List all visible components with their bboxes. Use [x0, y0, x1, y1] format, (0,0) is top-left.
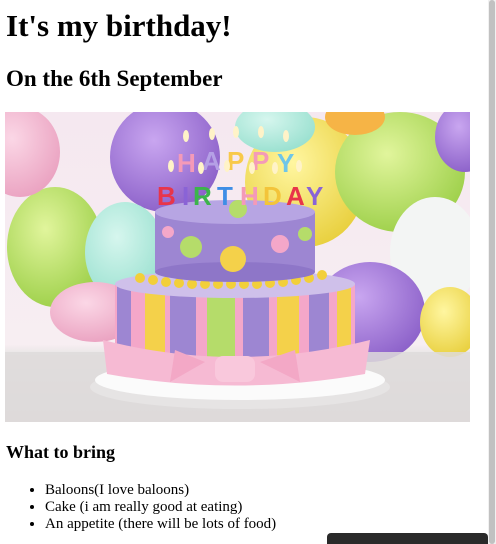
svg-text:H: H — [240, 181, 259, 211]
page: It's my birthday! On the 6th September H… — [0, 0, 488, 544]
svg-text:D: D — [263, 181, 282, 211]
vertical-scrollbar[interactable] — [488, 0, 496, 544]
page-title: It's my birthday! — [6, 8, 232, 43]
bring-list: Baloons(I love baloons) Cake (i am reall… — [5, 482, 276, 533]
svg-text:Y: Y — [277, 148, 294, 178]
page-subtitle: On the 6th September — [6, 66, 223, 91]
svg-text:Y: Y — [306, 181, 323, 211]
scrollbar-thumb[interactable] — [489, 0, 495, 544]
svg-text:I: I — [182, 181, 189, 211]
list-item: An appetite (there will be lots of food) — [45, 516, 276, 533]
list-item: Baloons(I love baloons) — [45, 482, 276, 499]
svg-text:A: A — [202, 146, 221, 176]
svg-text:H: H — [177, 148, 196, 178]
bring-heading: What to bring — [6, 442, 116, 462]
svg-text:P: P — [252, 146, 269, 176]
svg-text:P: P — [227, 146, 244, 176]
svg-text:A: A — [286, 181, 305, 211]
svg-text:R: R — [193, 181, 212, 211]
svg-text:T: T — [217, 181, 233, 211]
svg-text:B: B — [157, 181, 176, 211]
overlay-panel — [327, 533, 488, 544]
birthday-cake-image: H A P P Y B I R T H D A Y — [5, 112, 470, 422]
list-item: Cake (i am really good at eating) — [45, 499, 276, 516]
